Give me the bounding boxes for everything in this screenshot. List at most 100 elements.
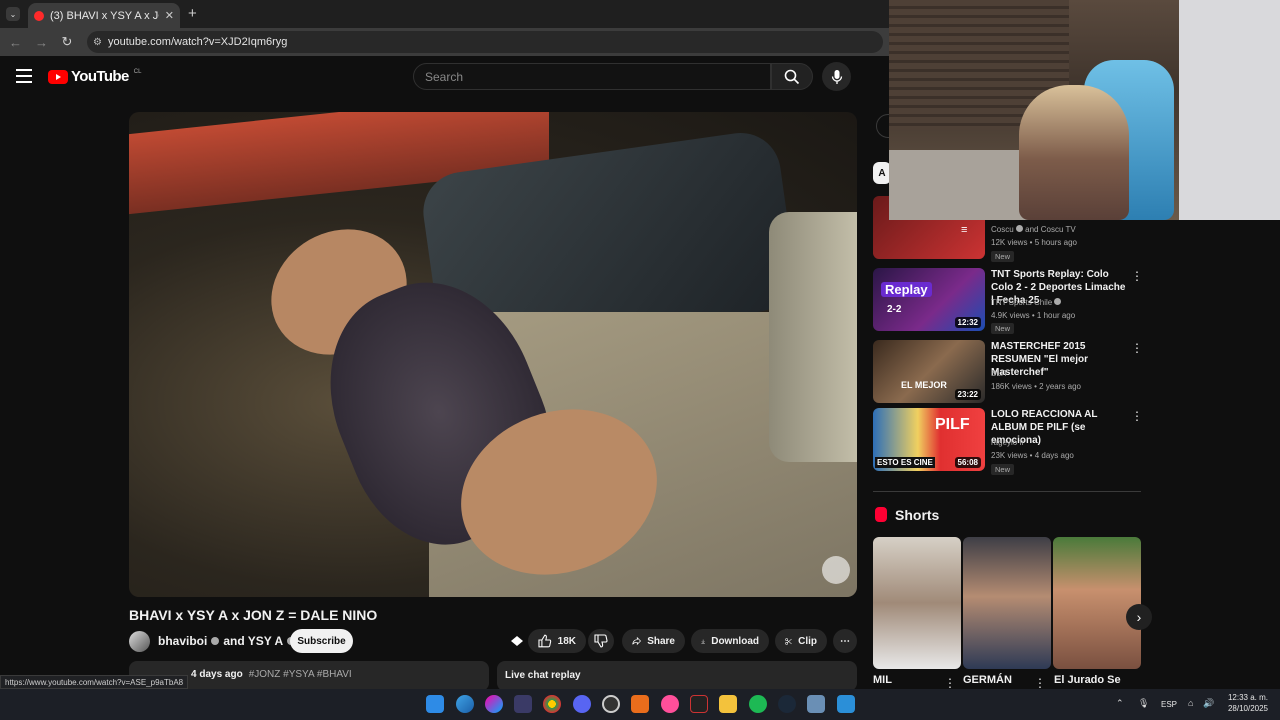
volume-icon[interactable]: 🔊 [1203, 698, 1214, 709]
hashtags[interactable]: #JONZ #YSYA #BHAVI [249, 669, 352, 683]
tray-chevron-icon[interactable]: ⌃ [1116, 698, 1124, 709]
more-actions-button[interactable]: ⋯ [833, 629, 857, 653]
channel-name-primary[interactable]: bhaviboi [158, 634, 207, 648]
video-thumbnail[interactable]: Replay 2-2 12:32 [873, 268, 985, 331]
clip-label: Clip [798, 635, 817, 647]
shorts-next-button[interactable]: › [1126, 604, 1152, 630]
related-channel[interactable]: rageylo fr [991, 436, 1024, 449]
thumb-estoescine-text: ESTO ES CINE [875, 457, 935, 468]
youtube-logo[interactable]: YouTube CL [48, 68, 141, 85]
thumb-score-text: 2-2 [887, 304, 902, 315]
related-meta: 23K views • 4 days ago [991, 451, 1074, 460]
close-tab-icon[interactable]: ✕ [165, 9, 174, 22]
short-title[interactable]: MIL [873, 674, 892, 686]
forward-arrow-icon[interactable]: → [35, 35, 48, 50]
clip-button[interactable]: Clip [775, 629, 827, 653]
ai-sparkle-icon[interactable] [509, 634, 525, 648]
new-badge: New [991, 323, 1015, 334]
tab-title: (3) BHAVI x YSY A x JON Z = DA [50, 9, 159, 22]
live-chat-replay[interactable]: Live chat replay [497, 661, 857, 691]
hamburger-menu-icon[interactable] [16, 69, 32, 83]
dislike-button[interactable] [588, 629, 614, 653]
related-channel[interactable]: BLIT [991, 367, 1008, 380]
edge-icon[interactable] [456, 695, 474, 713]
scissors-icon [785, 637, 792, 645]
search-icon [784, 69, 800, 84]
youtube-play-icon [48, 69, 68, 84]
short-thumbnail[interactable] [873, 537, 961, 669]
thumbs-up-icon [538, 634, 552, 648]
browser-tab-youtube[interactable]: (3) BHAVI x YSY A x JON Z = DA ✕ [28, 3, 180, 28]
back-arrow-icon[interactable]: ← [9, 35, 22, 50]
country-code: CL [133, 68, 142, 75]
address-bar[interactable]: ⚙ youtube.com/watch?v=XJD2Iqm6ryg [87, 31, 883, 53]
more-options-icon[interactable]: ⋮ [1034, 677, 1046, 689]
chrome-icon[interactable] [543, 695, 561, 713]
more-options-icon[interactable]: ⋮ [1131, 270, 1143, 282]
reload-icon[interactable]: ↻ [61, 34, 73, 50]
related-meta: 186K views • 2 years ago [991, 382, 1081, 391]
site-info-icon[interactable]: ⚙ [93, 37, 102, 48]
related-meta: 12K views • 5 hours ago [991, 238, 1077, 247]
new-badge: New [991, 251, 1015, 262]
channel-names: bhaviboi and YSY A [158, 634, 296, 648]
app-icon[interactable] [661, 695, 679, 713]
clock-date: 28/10/2025 [1227, 704, 1268, 713]
related-channel[interactable]: TNT Sports Chile [991, 296, 1062, 309]
spotify-icon[interactable] [749, 695, 767, 713]
channel-watermark[interactable] [822, 556, 850, 584]
logo-text: YouTube [71, 68, 129, 85]
tab-search-button[interactable]: ⌄ [6, 7, 20, 21]
more-options-icon[interactable]: ⋮ [1131, 410, 1143, 422]
voice-search-button[interactable] [822, 62, 851, 91]
network-icon[interactable]: ⌂ [1188, 698, 1193, 708]
browser-toolbar: ← → ↻ ⚙ youtube.com/watch?v=XJD2Iqm6ryg [0, 28, 889, 56]
video-thumbnail[interactable]: EL MEJOR 23:22 [873, 340, 985, 403]
thumb-pilf-text: PILF [935, 416, 970, 433]
short-thumbnail[interactable] [1053, 537, 1141, 669]
short-title[interactable]: GERMÁN [963, 674, 1012, 686]
youtube-favicon-icon [34, 10, 44, 21]
shorts-icon [875, 507, 887, 522]
download-button[interactable]: Download [691, 629, 769, 653]
microphone-tray-icon[interactable]: 🎙 [1138, 698, 1149, 709]
more-options-icon[interactable]: ⋮ [944, 677, 956, 689]
related-meta: 4.9K views • 1 hour ago [991, 311, 1076, 320]
more-options-icon[interactable]: ⋮ [1131, 342, 1143, 354]
firefox-icon[interactable] [631, 695, 649, 713]
windows-start-icon[interactable] [426, 695, 444, 713]
verified-icon [211, 637, 220, 645]
app-icon[interactable] [690, 695, 708, 713]
search-button[interactable] [771, 63, 813, 90]
short-thumbnail[interactable] [963, 537, 1051, 669]
channel-name-secondary[interactable]: and YSY A [223, 634, 283, 648]
subscribe-button[interactable]: Subscribe [290, 629, 353, 653]
download-icon [701, 639, 705, 644]
video-duration: 56:08 [954, 457, 981, 468]
copilot-icon[interactable] [485, 695, 503, 713]
upload-date: 4 days ago [191, 669, 243, 680]
video-player[interactable] [129, 112, 857, 597]
discord-icon[interactable] [573, 695, 591, 713]
microphone-icon [831, 69, 842, 84]
related-title[interactable]: MASTERCHEF 2015 RESUMEN "El mejor Master… [991, 340, 1131, 379]
steam-icon[interactable] [778, 695, 796, 713]
video-title: BHAVI x YSY A x JON Z = DALE NINO [129, 607, 378, 623]
system-clock[interactable]: 12:33 a. m. 28/10/2025 [1224, 692, 1268, 714]
short-title[interactable]: El Jurado Se [1054, 674, 1121, 686]
webcam-overlay [889, 0, 1280, 220]
video-thumbnail[interactable]: PILF ESTO ES CINE 56:08 [873, 408, 985, 471]
settings-icon[interactable] [807, 695, 825, 713]
obs-icon[interactable] [602, 695, 620, 713]
share-button[interactable]: Share [622, 629, 685, 653]
app-icon[interactable] [514, 695, 532, 713]
search-input[interactable]: Search [413, 63, 771, 90]
related-channel[interactable]: Coscu and Coscu TV [991, 223, 1076, 236]
channel-avatar[interactable] [129, 631, 150, 652]
like-button[interactable]: 18K [528, 629, 586, 653]
language-indicator[interactable]: ESP [1161, 700, 1177, 709]
notepad-icon[interactable] [837, 695, 855, 713]
file-explorer-icon[interactable] [719, 695, 737, 713]
new-tab-button[interactable]: + [188, 5, 197, 22]
new-badge: New [991, 464, 1015, 475]
